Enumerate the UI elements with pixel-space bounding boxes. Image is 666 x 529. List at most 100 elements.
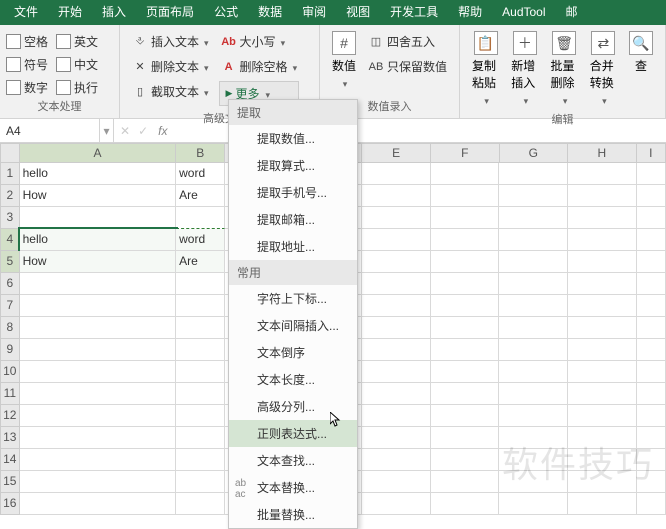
- row-header-15[interactable]: 15: [0, 471, 20, 493]
- cell[interactable]: [176, 317, 225, 339]
- row-header-12[interactable]: 12: [0, 405, 20, 427]
- row-header-3[interactable]: 3: [0, 207, 20, 229]
- dd-extract-phone[interactable]: 提取手机号...: [229, 179, 357, 206]
- cell[interactable]: [499, 405, 568, 427]
- menu-audtool[interactable]: AudTool: [492, 0, 555, 25]
- col-header-i[interactable]: I: [637, 143, 666, 163]
- dd-extract-email[interactable]: 提取邮箱...: [229, 206, 357, 233]
- cell[interactable]: [362, 207, 431, 229]
- cell[interactable]: [568, 427, 637, 449]
- cell[interactable]: [568, 339, 637, 361]
- cell[interactable]: [176, 339, 225, 361]
- col-header-a[interactable]: A: [20, 143, 177, 163]
- cell[interactable]: Are: [176, 185, 225, 207]
- row-header-7[interactable]: 7: [0, 295, 20, 317]
- cell[interactable]: [176, 449, 225, 471]
- cell[interactable]: [637, 383, 666, 405]
- cell[interactable]: word: [176, 163, 225, 185]
- cell[interactable]: [362, 361, 431, 383]
- cell[interactable]: [20, 493, 177, 515]
- cell[interactable]: [176, 207, 225, 229]
- cell[interactable]: [362, 449, 431, 471]
- cell[interactable]: hello: [20, 229, 177, 251]
- row-header-10[interactable]: 10: [0, 361, 20, 383]
- cell[interactable]: [568, 493, 637, 515]
- cell[interactable]: [499, 339, 568, 361]
- cell[interactable]: [499, 207, 568, 229]
- cell[interactable]: [499, 185, 568, 207]
- cell[interactable]: [20, 383, 177, 405]
- chk-chinese[interactable]: 中文: [56, 56, 98, 73]
- dd-extract-address[interactable]: 提取地址...: [229, 233, 357, 260]
- dd-reverse[interactable]: 文本倒序: [229, 339, 357, 366]
- cell[interactable]: [499, 471, 568, 493]
- btn-round[interactable]: ◫四舍五入: [366, 31, 449, 52]
- name-box-dropdown[interactable]: ▾: [100, 119, 114, 142]
- cell[interactable]: [431, 471, 500, 493]
- cell[interactable]: [499, 251, 568, 273]
- cell[interactable]: [362, 427, 431, 449]
- btn-add-insert[interactable]: ＋新增插入: [505, 29, 544, 109]
- cell[interactable]: [20, 471, 177, 493]
- col-header-b[interactable]: B: [176, 143, 225, 163]
- row-header-11[interactable]: 11: [0, 383, 20, 405]
- cell[interactable]: [637, 339, 666, 361]
- cell[interactable]: [568, 383, 637, 405]
- cell[interactable]: [568, 317, 637, 339]
- row-header-8[interactable]: 8: [0, 317, 20, 339]
- cell[interactable]: [431, 493, 500, 515]
- cell[interactable]: [362, 229, 431, 251]
- cell[interactable]: [568, 273, 637, 295]
- cell[interactable]: [499, 317, 568, 339]
- btn-number[interactable]: # 数值: [326, 29, 362, 92]
- row-header-1[interactable]: 1: [0, 163, 20, 185]
- btn-batch-delete[interactable]: 🗑批量删除: [545, 29, 584, 109]
- cell[interactable]: [431, 295, 500, 317]
- cell[interactable]: [431, 251, 500, 273]
- cell[interactable]: [176, 361, 225, 383]
- col-header-f[interactable]: F: [431, 143, 500, 163]
- cell[interactable]: [499, 361, 568, 383]
- chk-symbol[interactable]: 符号: [6, 56, 48, 73]
- cell[interactable]: [176, 295, 225, 317]
- cell[interactable]: [637, 449, 666, 471]
- cell[interactable]: [499, 273, 568, 295]
- btn-delete-text[interactable]: ✕删除文本: [130, 56, 211, 77]
- menu-view[interactable]: 视图: [336, 0, 380, 25]
- chk-space[interactable]: 空格: [6, 33, 48, 50]
- cell[interactable]: [637, 185, 666, 207]
- menu-data[interactable]: 数据: [248, 0, 292, 25]
- dd-interval-insert[interactable]: 文本间隔插入...: [229, 312, 357, 339]
- cell[interactable]: [362, 471, 431, 493]
- cell[interactable]: [362, 339, 431, 361]
- cell[interactable]: [20, 273, 177, 295]
- cell[interactable]: [431, 383, 500, 405]
- cell[interactable]: How: [20, 251, 177, 273]
- row-header-16[interactable]: 16: [0, 493, 20, 515]
- btn-cut-text[interactable]: ▯截取文本: [130, 81, 211, 102]
- cell[interactable]: [499, 295, 568, 317]
- cell[interactable]: [431, 207, 500, 229]
- cell[interactable]: [637, 493, 666, 515]
- cell[interactable]: [362, 317, 431, 339]
- dd-length[interactable]: 文本长度...: [229, 366, 357, 393]
- cell[interactable]: [431, 427, 500, 449]
- name-box[interactable]: A4: [0, 119, 100, 142]
- cell[interactable]: [431, 405, 500, 427]
- cell[interactable]: [20, 361, 177, 383]
- cell[interactable]: [499, 493, 568, 515]
- dd-superscript[interactable]: 字符上下标...: [229, 285, 357, 312]
- chk-number[interactable]: 数字: [6, 79, 48, 96]
- cell[interactable]: [568, 471, 637, 493]
- cell[interactable]: [176, 383, 225, 405]
- cell[interactable]: [637, 405, 666, 427]
- cell[interactable]: [20, 405, 177, 427]
- menu-pagelayout[interactable]: 页面布局: [136, 0, 204, 25]
- chk-execute[interactable]: 执行: [56, 79, 98, 96]
- cell[interactable]: [568, 163, 637, 185]
- menu-developer[interactable]: 开发工具: [380, 0, 448, 25]
- cell[interactable]: [637, 361, 666, 383]
- menu-help[interactable]: 帮助: [448, 0, 492, 25]
- btn-keep-number[interactable]: AB只保留数值: [366, 56, 449, 77]
- cell[interactable]: [362, 295, 431, 317]
